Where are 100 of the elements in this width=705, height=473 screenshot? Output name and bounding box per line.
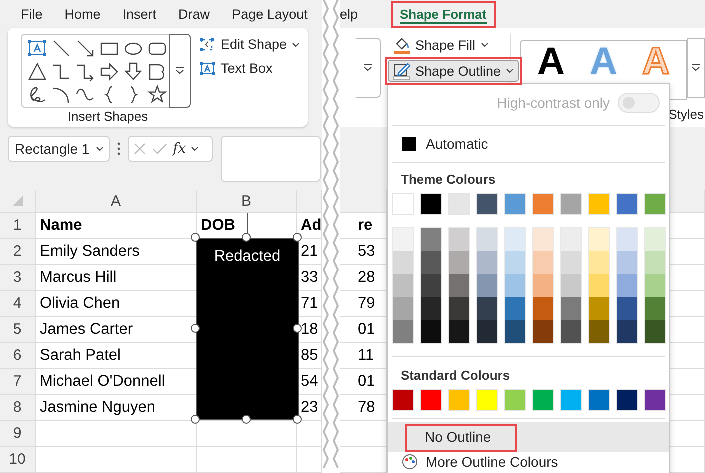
color-swatch[interactable] <box>644 389 666 411</box>
row-header[interactable]: 7 <box>0 369 36 395</box>
color-swatch[interactable] <box>617 274 637 297</box>
color-swatch[interactable] <box>393 297 413 320</box>
row-header[interactable]: 6 <box>0 343 36 369</box>
triangle-icon[interactable] <box>26 60 48 83</box>
color-swatch[interactable] <box>477 320 497 343</box>
color-swatch[interactable] <box>589 320 609 343</box>
row-header[interactable]: 5 <box>0 317 36 343</box>
color-swatch[interactable] <box>505 320 525 343</box>
ribbon-tab[interactable]: Insert <box>122 4 157 24</box>
color-swatch[interactable] <box>617 320 637 343</box>
color-swatch[interactable] <box>477 297 497 320</box>
color-swatch[interactable] <box>448 193 470 215</box>
color-swatch[interactable] <box>533 228 553 251</box>
row-header[interactable]: 3 <box>0 265 36 291</box>
color-swatch[interactable] <box>561 297 581 320</box>
color-swatch[interactable] <box>645 297 665 320</box>
color-swatch[interactable] <box>504 389 526 411</box>
color-swatch[interactable] <box>421 320 441 343</box>
color-swatch[interactable] <box>476 389 498 411</box>
color-swatch[interactable] <box>645 274 665 297</box>
ribbon-tab[interactable]: Shape Format <box>394 4 493 24</box>
color-swatch[interactable] <box>392 193 414 215</box>
more-button[interactable] <box>169 34 191 108</box>
ribbon-tab[interactable]: Home <box>64 4 101 24</box>
row-header[interactable]: 9 <box>0 421 36 447</box>
row-header[interactable]: 4 <box>0 291 36 317</box>
color-swatch[interactable] <box>421 297 441 320</box>
rotation-handle[interactable] <box>247 213 248 234</box>
color-swatch[interactable] <box>477 228 497 251</box>
color-swatch[interactable] <box>645 320 665 343</box>
color-swatch[interactable] <box>617 297 637 320</box>
color-swatch[interactable] <box>449 228 469 251</box>
check-icon[interactable] <box>152 142 168 156</box>
ribbon-tab[interactable]: Page Layout <box>232 4 308 24</box>
row-header[interactable]: 10 <box>0 447 36 473</box>
color-swatch[interactable] <box>616 389 638 411</box>
color-swatch[interactable] <box>421 228 441 251</box>
color-swatch[interactable] <box>505 274 525 297</box>
ribbon-button[interactable]: Shape Outline <box>388 60 520 82</box>
color-swatch[interactable] <box>645 251 665 274</box>
column-header[interactable] <box>297 190 322 213</box>
color-swatch[interactable] <box>644 193 666 215</box>
color-swatch[interactable] <box>560 193 582 215</box>
color-swatch[interactable] <box>421 274 441 297</box>
color-swatch[interactable] <box>617 251 637 274</box>
row-header[interactable]: 1 <box>0 213 36 239</box>
ribbon-button[interactable]: Text Box <box>199 60 300 77</box>
ribbon-tab[interactable]: File <box>21 4 43 24</box>
color-swatch[interactable] <box>589 228 609 251</box>
menu-item[interactable]: More Outline Colours <box>388 452 669 473</box>
select-all-corner[interactable] <box>0 190 36 213</box>
color-swatch[interactable] <box>561 320 581 343</box>
color-swatch[interactable] <box>533 274 553 297</box>
ribbon-tab[interactable]: elp <box>340 4 364 24</box>
color-swatch[interactable] <box>476 193 498 215</box>
wordart-style[interactable]: A <box>537 46 565 79</box>
color-swatch[interactable] <box>533 320 553 343</box>
color-swatch[interactable] <box>393 274 413 297</box>
ribbon-tab[interactable]: Draw <box>178 4 210 24</box>
cancel-icon[interactable] <box>133 142 147 156</box>
color-swatch[interactable] <box>448 389 470 411</box>
insert-function-button[interactable]: fx <box>173 141 186 157</box>
color-swatch[interactable] <box>504 193 526 215</box>
color-swatch[interactable] <box>449 251 469 274</box>
color-swatch[interactable] <box>561 251 581 274</box>
color-swatch[interactable] <box>561 228 581 251</box>
color-swatch[interactable] <box>561 274 581 297</box>
color-swatch[interactable] <box>533 297 553 320</box>
column-header[interactable]: A <box>36 190 197 213</box>
color-swatch[interactable] <box>589 251 609 274</box>
color-swatch[interactable] <box>449 274 469 297</box>
column-header[interactable]: B <box>197 190 297 213</box>
color-swatch[interactable] <box>588 389 610 411</box>
menu-item[interactable]: Automatic <box>388 129 669 159</box>
formula-input[interactable] <box>221 136 321 182</box>
color-swatch[interactable] <box>533 251 553 274</box>
color-swatch[interactable] <box>505 228 525 251</box>
star-icon[interactable] <box>146 83 168 106</box>
color-swatch[interactable] <box>477 251 497 274</box>
color-swatch[interactable] <box>560 389 582 411</box>
row-header[interactable]: 2 <box>0 239 36 265</box>
menu-item[interactable]: No Outline <box>388 422 669 452</box>
color-swatch[interactable] <box>589 274 609 297</box>
column-header[interactable] <box>340 190 387 213</box>
color-swatch[interactable] <box>420 389 442 411</box>
color-swatch[interactable] <box>421 251 441 274</box>
color-swatch[interactable] <box>616 193 638 215</box>
row-header[interactable]: 8 <box>0 395 36 421</box>
color-swatch[interactable] <box>532 389 554 411</box>
color-swatch[interactable] <box>420 193 442 215</box>
ribbon-button[interactable]: Shape Fill <box>388 34 494 56</box>
color-swatch[interactable] <box>393 251 413 274</box>
ribbon-button[interactable]: Edit Shape <box>199 36 300 53</box>
color-swatch[interactable] <box>393 228 413 251</box>
name-box[interactable]: Rectangle 1 <box>8 136 110 162</box>
color-swatch[interactable] <box>392 389 414 411</box>
color-swatch[interactable] <box>588 193 610 215</box>
color-swatch[interactable] <box>532 193 554 215</box>
